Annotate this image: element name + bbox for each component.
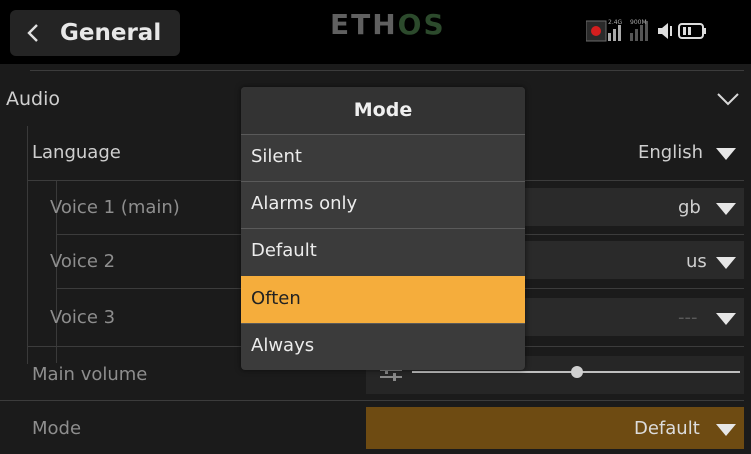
dropdown-arrow-icon[interactable] <box>716 257 736 269</box>
page-title: General <box>60 20 162 46</box>
dropdown-arrow-icon[interactable] <box>716 203 736 215</box>
row-mode[interactable]: Mode Default <box>0 404 751 452</box>
voice-1-label: Voice 1 (main) <box>50 197 180 218</box>
status-icons: 2.4G 900M <box>586 19 706 42</box>
language-value[interactable]: English <box>638 142 703 164</box>
dropdown-arrow-icon[interactable] <box>716 148 736 160</box>
voice-2-label: Voice 2 <box>50 251 116 272</box>
mode-value[interactable]: Default <box>634 418 700 440</box>
dialog-title: Mode <box>241 87 525 134</box>
chevron-left-icon <box>27 24 38 42</box>
dropdown-arrow-icon[interactable] <box>716 313 736 325</box>
voice-3-value[interactable]: --- <box>678 307 698 329</box>
top-bar: General ETHOS 2.4G 900M <box>0 0 751 64</box>
signal-900m-icon: 900M <box>630 19 648 41</box>
speaker-icon <box>658 23 672 39</box>
band-2g4-label: 2.4G <box>608 19 623 26</box>
back-button[interactable]: General <box>10 10 180 56</box>
volume-slider-handle[interactable] <box>571 366 583 378</box>
band-900m-label: 900M <box>630 19 647 26</box>
chevron-down-icon[interactable] <box>717 92 739 106</box>
language-label: Language <box>32 142 121 163</box>
logo-text-main: ETH <box>330 8 398 41</box>
mode-dialog: Mode Silent Alarms only Default Often Al… <box>241 87 525 370</box>
option-always[interactable]: Always <box>241 323 525 370</box>
divider <box>0 400 744 401</box>
section-title: Audio <box>6 88 61 110</box>
logo: ETHOS <box>330 10 446 40</box>
option-silent[interactable]: Silent <box>241 134 525 181</box>
battery-icon <box>678 23 706 39</box>
option-alarms-only[interactable]: Alarms only <box>241 181 525 228</box>
record-icon <box>586 20 607 42</box>
voice-2-value[interactable]: us <box>686 251 707 273</box>
dropdown-arrow-icon[interactable] <box>716 424 736 436</box>
option-often[interactable]: Often <box>241 276 525 323</box>
main-volume-label: Main volume <box>32 364 148 385</box>
voice-3-label: Voice 3 <box>50 307 116 328</box>
logo-text-accent: OS <box>397 8 446 41</box>
signal-2g4-icon: 2.4G <box>608 19 623 41</box>
option-default[interactable]: Default <box>241 228 525 275</box>
divider <box>30 70 744 71</box>
voice-1-value[interactable]: gb <box>678 197 701 219</box>
mode-label: Mode <box>32 418 82 439</box>
